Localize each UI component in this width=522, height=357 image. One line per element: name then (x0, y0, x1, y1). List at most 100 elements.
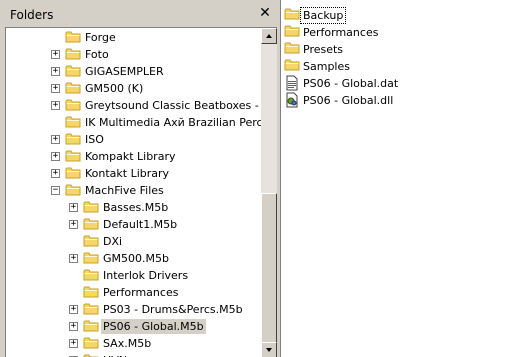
scroll-down-button[interactable] (261, 342, 277, 357)
dll-file-icon (284, 92, 300, 111)
tree-item-label: SAx.M5b (103, 337, 152, 350)
tree-item-label: GIGASEMPLER (85, 65, 164, 78)
folder-icon (83, 319, 99, 333)
arrow-up-icon (266, 34, 272, 38)
tree-item[interactable]: + Foto (6, 46, 261, 63)
expand-icon[interactable]: + (69, 220, 78, 229)
folder-icon (65, 64, 81, 78)
folder-icon (83, 200, 99, 214)
tree-item-label: HVN (101, 353, 129, 357)
folder-icon (83, 285, 99, 299)
tree-item[interactable]: + GM500 (K) (6, 80, 261, 97)
tree-item-label: ISO (85, 133, 104, 146)
folder-icon (83, 234, 99, 248)
tree-item[interactable]: + Kontakt Library (6, 165, 261, 182)
tree-item[interactable]: + SAx.M5b (6, 335, 261, 352)
file-item-label: Backup (299, 7, 347, 24)
tree-item[interactable]: +HVN (6, 352, 261, 357)
expand-icon[interactable]: + (51, 50, 60, 59)
folder-icon (284, 58, 300, 75)
tree-item-label: Foto (85, 48, 109, 61)
tree-item[interactable]: + PS06 - Global.M5b (6, 318, 261, 335)
collapse-icon[interactable]: − (51, 186, 60, 195)
tree-item[interactable]: + GIGASEMPLER (6, 63, 261, 80)
expand-icon[interactable]: + (51, 152, 60, 161)
folder-icon (83, 336, 99, 350)
tree-item[interactable]: + Basses.M5b (6, 199, 261, 216)
tree-item-label: Default1.M5b (103, 218, 178, 231)
tree-item-label: Forge (85, 31, 116, 44)
folder-item[interactable]: Samples (284, 58, 514, 75)
expand-icon[interactable]: + (69, 254, 78, 263)
expand-icon[interactable]: + (69, 339, 78, 348)
folder-icon (65, 149, 81, 163)
arrow-down-icon (266, 348, 272, 352)
file-item[interactable]: PS06 - Global.dat (284, 75, 514, 92)
tree-item-label: IK Multimedia Ахй Brazilian Percussion (85, 116, 277, 129)
folder-icon (83, 217, 99, 231)
folder-icon (65, 30, 81, 44)
tree-item[interactable]: + Kompakt Library (6, 148, 261, 165)
tree-item-label: Greytsound Classic Beatboxes - KONT (85, 99, 277, 112)
folders-pane: Folders ✕ Forge + Foto + GIGASEMPLER + GM500 (… (0, 0, 277, 357)
expand-icon[interactable]: + (69, 322, 78, 331)
tree-item-label: GM500 (K) (85, 82, 144, 95)
folder-icon (83, 268, 99, 282)
file-item-label: PS06 - Global.dat (303, 77, 399, 90)
expand-icon[interactable]: + (69, 203, 78, 212)
folder-item[interactable]: Backup (284, 7, 514, 24)
scroll-up-button[interactable] (261, 28, 277, 44)
file-item[interactable]: PS06 - Global.dll (284, 92, 514, 109)
tree-item-label: DXi (103, 235, 123, 248)
folder-icon (65, 47, 81, 61)
tree-item[interactable]: DXi (6, 233, 261, 250)
tree-rows: Forge + Foto + GIGASEMPLER + GM500 (K) + Greytso… (6, 28, 277, 357)
folder-icon (65, 132, 81, 146)
tree-item[interactable]: + Greytsound Classic Beatboxes - KONT (6, 97, 277, 114)
expand-icon[interactable]: + (69, 305, 78, 314)
expand-icon[interactable]: + (51, 101, 60, 110)
file-list[interactable]: Backup Performances Presets Samples PS06 - G… (281, 0, 522, 357)
tree-item[interactable]: Forge (6, 29, 261, 46)
pane-header: Folders ✕ (0, 0, 277, 27)
tree-item[interactable]: + ISO (6, 131, 261, 148)
expand-icon[interactable]: + (51, 169, 60, 178)
expand-icon[interactable]: + (51, 84, 60, 93)
scroll-thumb[interactable] (261, 193, 277, 343)
folder-icon (65, 98, 81, 112)
expand-icon[interactable]: + (51, 67, 60, 76)
tree-item[interactable]: + PS03 - Drums&Percs.M5b (6, 301, 261, 318)
tree-item[interactable]: + GM500.M5b (6, 250, 261, 267)
tree-item-label: Performances (103, 286, 179, 299)
tree-item[interactable]: − MachFive Files (6, 182, 261, 199)
folder-tree[interactable]: Forge + Foto + GIGASEMPLER + GM500 (K) + Greytso… (5, 27, 277, 357)
tree-item-label: GM500.M5b (103, 252, 169, 265)
vertical-scrollbar[interactable] (261, 28, 277, 357)
folder-icon (65, 183, 81, 197)
tree-item-label: PS06 - Global.M5b (101, 319, 206, 334)
expand-icon[interactable]: + (51, 135, 60, 144)
folder-icon (284, 24, 300, 41)
tree-item[interactable]: + Default1.M5b (6, 216, 261, 233)
pane-title: Folders (10, 8, 54, 22)
tree-item[interactable]: Performances (6, 284, 261, 301)
file-item-label: Performances (303, 26, 379, 39)
close-pane-button[interactable]: ✕ (258, 6, 272, 20)
file-item-label: Samples (303, 60, 350, 73)
tree-item-label: Basses.M5b (103, 201, 169, 214)
folder-icon (83, 251, 99, 265)
folder-icon (284, 41, 300, 58)
tree-item[interactable]: IK Multimedia Ахй Brazilian Percussion (6, 114, 277, 131)
folder-item[interactable]: Presets (284, 41, 514, 58)
folder-icon (83, 353, 99, 357)
folder-icon (65, 166, 81, 180)
folder-icon (65, 115, 81, 129)
folder-icon (284, 7, 300, 24)
file-item-label: Presets (303, 43, 344, 56)
file-item-label: PS06 - Global.dll (303, 94, 394, 107)
tree-item-label: PS03 - Drums&Percs.M5b (103, 303, 243, 316)
folder-icon (65, 81, 81, 95)
tree-item[interactable]: Interlok Drivers (6, 267, 261, 284)
folder-icon (83, 302, 99, 316)
folder-item[interactable]: Performances (284, 24, 514, 41)
